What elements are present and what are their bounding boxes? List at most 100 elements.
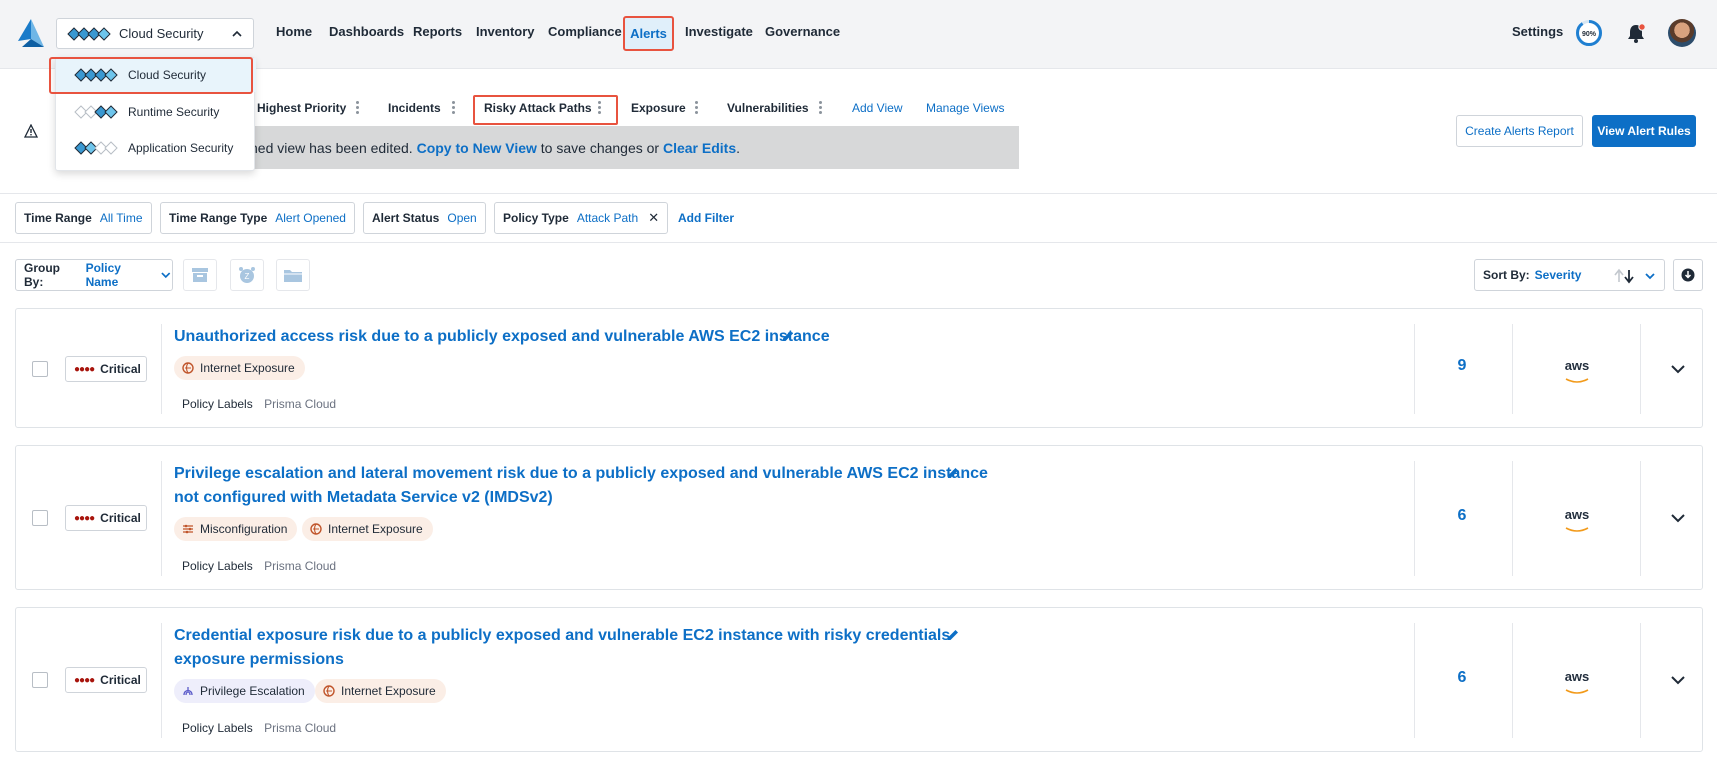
alert-checkbox[interactable] [32,361,48,377]
internet-exposure-icon [310,523,322,535]
view-tab-menu-icon[interactable] [695,101,699,115]
alert-count[interactable]: 6 [1442,669,1482,687]
product-menu-item-runtime-security[interactable]: Runtime Security [56,95,256,129]
sort-by-select[interactable]: Sort By: Severity [1474,259,1665,291]
clear-edits-link[interactable]: Clear Edits [663,140,736,156]
policy-labels: Policy Labels Prisma Cloud [182,559,336,573]
download-button[interactable] [1673,259,1703,291]
aws-logo-icon: aws [1561,670,1593,698]
cloud-provider-label: aws [1564,358,1590,373]
snooze-button[interactable]: Z [230,259,264,291]
view-alert-rules-button[interactable]: View Alert Rules [1592,115,1696,147]
filter-time-range[interactable]: Time Range All Time [15,202,152,234]
expand-chevron-icon[interactable] [1670,672,1686,688]
severity-dots-icon: ●●●● [74,512,95,524]
alert-checkbox[interactable] [32,510,48,526]
aws-logo-icon: aws [1561,508,1593,536]
divider [1640,623,1641,738]
view-tab-incidents[interactable]: Incidents [388,101,441,115]
filter-alert-status[interactable]: Alert Status Open [363,202,486,234]
filter-policy-type[interactable]: Policy Type Attack Path ✕ [494,202,669,234]
alert-title-text: Credential exposure risk due to a public… [174,627,951,644]
divider [161,324,162,414]
policy-labels-key: Policy Labels [182,559,253,573]
alert-count[interactable]: 9 [1442,357,1482,375]
product-selector[interactable]: Cloud Security [56,18,254,49]
add-filter-link[interactable]: Add Filter [678,211,734,225]
alert-title[interactable]: Privilege escalation and lateral movemen… [174,462,988,510]
archive-button[interactable] [183,259,217,291]
divider [1414,461,1415,576]
aws-smile-icon [1565,527,1589,532]
alert-card[interactable]: ●●●● Critical Privilege escalation and l… [15,445,1703,590]
user-avatar[interactable] [1668,19,1696,47]
alert-count[interactable]: 6 [1442,507,1482,525]
nav-governance[interactable]: Governance [765,24,840,39]
folder-icon [284,270,302,282]
severity-dots-icon: ●●●● [74,674,95,686]
sort-direction-icon[interactable] [1613,268,1641,284]
nav-investigate[interactable]: Investigate [685,24,753,39]
alert-card[interactable]: ●●●● Critical Unauthorized access risk d… [15,308,1703,428]
filter-time-range-type[interactable]: Time Range Type Alert Opened [160,202,355,234]
notification-bell-icon[interactable] [1625,22,1647,44]
create-alerts-report-button[interactable]: Create Alerts Report [1456,115,1583,147]
nav-settings[interactable]: Settings [1512,24,1563,39]
nav-alerts[interactable]: Alerts [623,16,674,51]
copy-to-new-view-link[interactable]: Copy to New View [417,140,537,156]
edit-pencil-icon[interactable] [946,466,960,480]
alert-checkbox[interactable] [32,672,48,688]
archive-icon [192,268,208,282]
nav-compliance[interactable]: Compliance [548,24,622,39]
severity-badge: ●●●● Critical [65,667,147,693]
sort-by-label: Sort By: [1483,268,1530,282]
open-folder-button[interactable] [276,259,310,291]
alert-title[interactable]: Unauthorized access risk due to a public… [174,325,830,349]
chip-label: Privilege Escalation [200,684,305,698]
expand-chevron-icon[interactable] [1670,361,1686,377]
add-view-link[interactable]: Add View [852,101,902,115]
policy-chip-internet-exposure: Internet Exposure [174,356,305,380]
group-by-select[interactable]: Group By: Policy Name [15,259,173,291]
nav-reports[interactable]: Reports [413,24,462,39]
severity-label: Critical [100,362,141,376]
view-tab-risky-attack-paths[interactable]: Risky Attack Paths [484,101,592,115]
cloud-security-icon [74,68,118,82]
edit-pencil-icon[interactable] [946,628,960,642]
divider [0,193,1717,194]
product-menu-item-cloud-security[interactable]: Cloud Security [56,58,256,92]
progress-value: 90% [1582,31,1597,38]
application-security-icon [74,141,118,155]
view-tab-vulnerabilities[interactable]: Vulnerabilities [727,101,809,115]
view-tab-menu-icon[interactable] [598,101,602,115]
nav-inventory[interactable]: Inventory [476,24,535,39]
divider [161,623,162,738]
view-tab-menu-icon[interactable] [356,101,360,115]
divider [0,242,1717,243]
policy-chip-privilege-escalation: Privilege Escalation [174,679,315,703]
alert-card[interactable]: ●●●● Critical Credential exposure risk d… [15,607,1703,752]
remove-filter-icon[interactable]: ✕ [648,210,659,226]
edit-pencil-icon[interactable] [781,329,795,343]
alert-title[interactable]: Credential exposure risk due to a public… [174,624,950,672]
snooze-alarm-icon: Z [239,267,255,283]
progress-ring[interactable]: 90% [1575,19,1603,47]
product-menu-item-application-security[interactable]: Application Security [56,131,256,165]
divider [1640,324,1641,414]
policy-labels: Policy Labels Prisma Cloud [182,397,336,411]
view-tab-menu-icon[interactable] [819,101,823,115]
prisma-logo-icon[interactable] [18,19,44,49]
policy-labels-key: Policy Labels [182,397,253,411]
privilege-escalation-icon [183,687,193,696]
nav-dashboards[interactable]: Dashboards [329,24,404,39]
view-tab-exposure[interactable]: Exposure [631,101,686,115]
filter-value: All Time [99,211,143,225]
nav-home[interactable]: Home [276,24,312,39]
expand-chevron-icon[interactable] [1670,510,1686,526]
policy-chip-internet-exposure: Internet Exposure [302,517,433,541]
divider [1414,324,1415,414]
severity-badge: ●●●● Critical [65,356,147,382]
view-tab-menu-icon[interactable] [452,101,456,115]
view-tab-highest-priority[interactable]: Highest Priority [257,101,346,115]
manage-views-link[interactable]: Manage Views [926,101,1005,115]
